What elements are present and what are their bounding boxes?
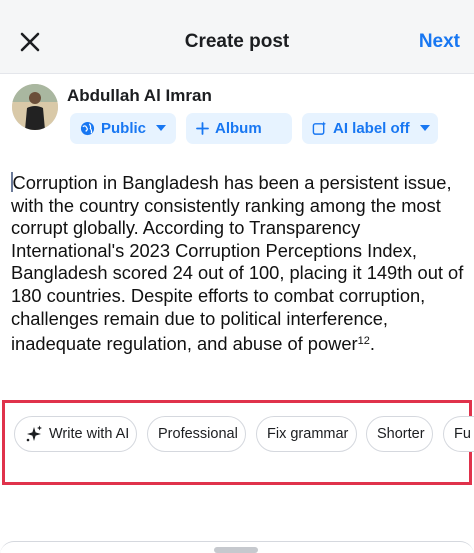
album-label: Album (215, 120, 262, 137)
post-end: . (369, 333, 375, 355)
chip-label: Fix grammar (267, 426, 349, 442)
audience-public-label: Public (101, 120, 147, 137)
page-title: Create post (184, 31, 290, 52)
plus-icon (196, 122, 209, 135)
drag-handle[interactable] (214, 547, 258, 553)
professional-chip[interactable]: Professional (147, 416, 246, 452)
ai-label-text: AI label off (333, 120, 410, 137)
more-chip[interactable]: Fu (443, 416, 474, 452)
write-with-ai-chip[interactable]: Write with AI (14, 416, 137, 452)
chip-label: Shorter (377, 426, 425, 442)
chip-label: Fu (454, 426, 471, 442)
sparkle-icon (25, 425, 43, 443)
shorter-chip[interactable]: Shorter (366, 416, 433, 452)
chevron-down-icon (156, 125, 167, 132)
ai-label-icon (312, 121, 327, 136)
top-bar: Create post Next (0, 0, 474, 74)
chip-label: Write with AI (49, 426, 130, 442)
post-text-editor[interactable]: Corruption in Bangladesh has been a pers… (11, 172, 467, 356)
album-button[interactable]: Album (186, 113, 292, 144)
globe-icon (80, 121, 95, 136)
ai-label-button[interactable]: AI label off (302, 113, 438, 144)
fix-grammar-chip[interactable]: Fix grammar (256, 416, 357, 452)
audience-public-button[interactable]: Public (70, 113, 176, 144)
citation-superscript: 12 (357, 335, 370, 348)
post-body: Corruption in Bangladesh has been a pers… (11, 172, 464, 355)
chip-label: Professional (158, 426, 238, 442)
next-button[interactable]: Next (419, 31, 460, 53)
chevron-down-icon (419, 125, 430, 132)
avatar[interactable] (12, 84, 58, 130)
author-name: Abdullah Al Imran (67, 86, 212, 105)
